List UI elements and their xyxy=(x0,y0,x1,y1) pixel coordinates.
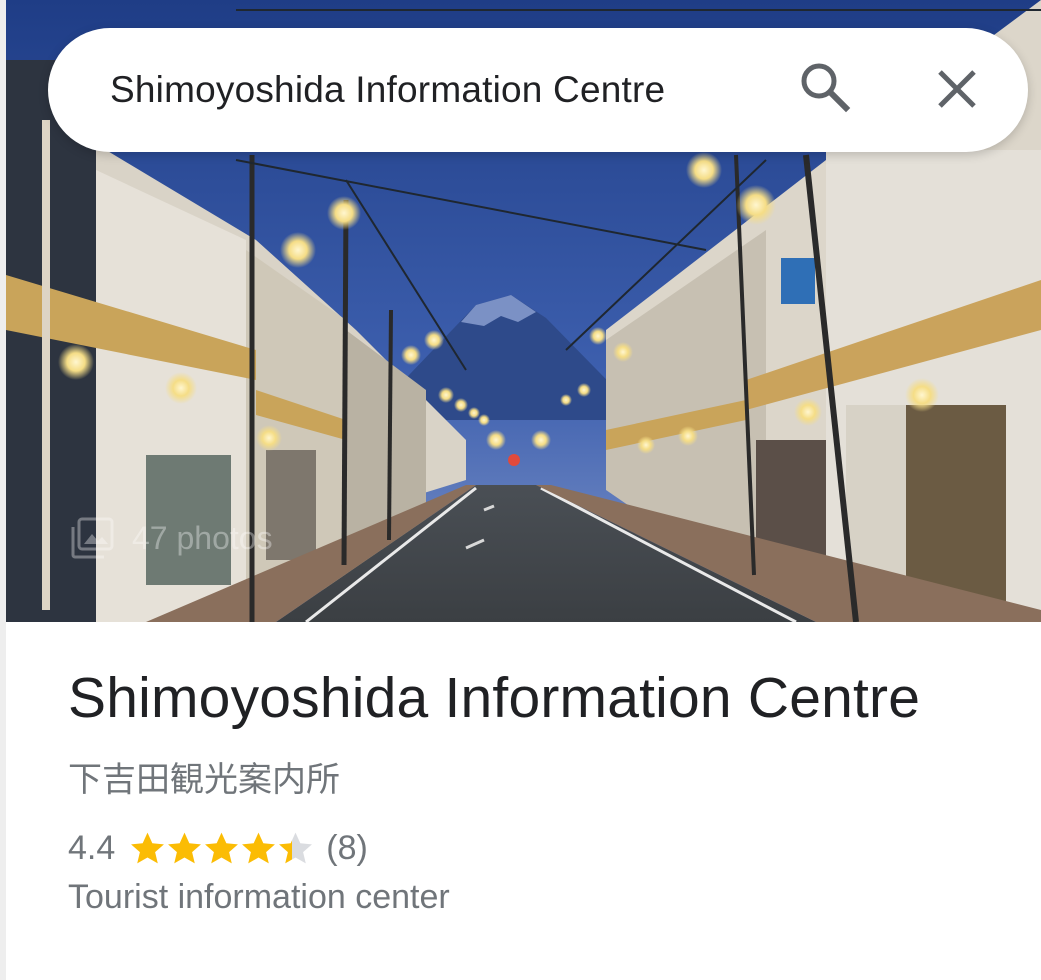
rating-value: 4.4 xyxy=(68,828,116,867)
star-icon xyxy=(240,830,277,866)
star-icon xyxy=(203,830,240,866)
rating-stars xyxy=(129,830,314,866)
star-icon xyxy=(277,830,314,866)
search-query-text[interactable]: Shimoyoshida Information Centre xyxy=(110,28,665,152)
photo-count[interactable]: 47 photos xyxy=(70,515,273,561)
search-icon xyxy=(796,63,856,122)
photo-count-label: 47 photos xyxy=(132,519,273,556)
place-category: Tourist information center xyxy=(68,878,450,916)
search-bar[interactable]: Shimoyoshida Information Centre xyxy=(48,28,1028,152)
search-button[interactable] xyxy=(796,58,856,118)
close-button[interactable] xyxy=(928,60,986,118)
star-icon xyxy=(166,830,203,866)
rating-row[interactable]: 4.4 (8) xyxy=(68,824,368,872)
place-native-name: 下吉田観光案内所 xyxy=(68,761,340,799)
place-title: Shimoyoshida Information Centre xyxy=(68,666,921,730)
photo-library-icon xyxy=(70,517,114,559)
star-icon xyxy=(129,830,166,866)
close-icon xyxy=(928,70,986,122)
review-count[interactable]: (8) xyxy=(326,829,368,868)
